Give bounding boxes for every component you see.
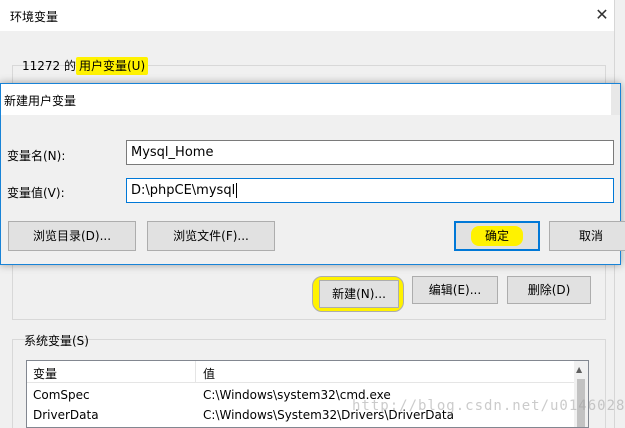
variable-name-label: 变量名(N): — [7, 149, 66, 163]
new-user-variable-dialog: 新建用户变量 变量名(N): Mysql_Home 变量值(V): D:\php… — [0, 83, 625, 265]
close-icon[interactable]: ✕ — [590, 4, 614, 26]
system-variables-table[interactable]: 变量 值 ComSpec C:\Windows\system32\cmd.exe… — [26, 360, 589, 428]
watermark: http://blog.csdn.net/u014602842 — [352, 398, 625, 414]
edit-button[interactable]: 编辑(E)... — [412, 276, 498, 304]
table-header: 变量 值 — [27, 361, 574, 383]
title-bar: 新建用户变量 — [1, 84, 620, 115]
browse-file-button[interactable]: 浏览文件(F)... — [147, 221, 275, 251]
title-bar: 环境变量 ✕ — [0, 0, 614, 31]
browse-directory-button[interactable]: 浏览目录(D)... — [8, 221, 136, 251]
text-caret — [236, 183, 238, 198]
scroll-up-icon[interactable]: ▲ — [576, 365, 582, 374]
window-edge — [611, 84, 620, 115]
row-name: DriverData — [33, 408, 99, 422]
variable-value-label: 变量值(V): — [7, 186, 65, 200]
variable-name-input[interactable]: Mysql_Home — [126, 140, 614, 165]
ok-label: 确定 — [470, 226, 523, 246]
variable-value-text: D:\phpCE\mysql — [131, 183, 236, 198]
user-variables-label: 11272 的用户变量(U) — [22, 57, 149, 75]
column-separator[interactable] — [195, 361, 196, 383]
dialog-title: 新建用户变量 — [4, 94, 77, 108]
user-name-prefix: 11272 的 — [22, 59, 76, 73]
user-variables-highlight: 用户变量(U) — [76, 57, 149, 75]
dialog-title: 环境变量 — [10, 10, 59, 24]
system-variables-label: 系统变量(S) — [24, 334, 89, 348]
variable-value-input[interactable]: D:\phpCE\mysql — [126, 178, 614, 203]
new-button[interactable]: 新建(N)... — [319, 280, 399, 308]
cancel-button[interactable]: 取消 — [549, 221, 625, 251]
header-variable[interactable]: 变量 — [33, 365, 57, 382]
header-value[interactable]: 值 — [203, 365, 215, 382]
delete-button[interactable]: 删除(D) — [507, 276, 591, 304]
new-variable-highlight: 新建(N)... — [312, 276, 404, 312]
ok-button[interactable]: 确定 — [454, 221, 540, 251]
row-name: ComSpec — [33, 388, 90, 402]
vertical-scrollbar[interactable]: ▲ — [574, 361, 588, 427]
